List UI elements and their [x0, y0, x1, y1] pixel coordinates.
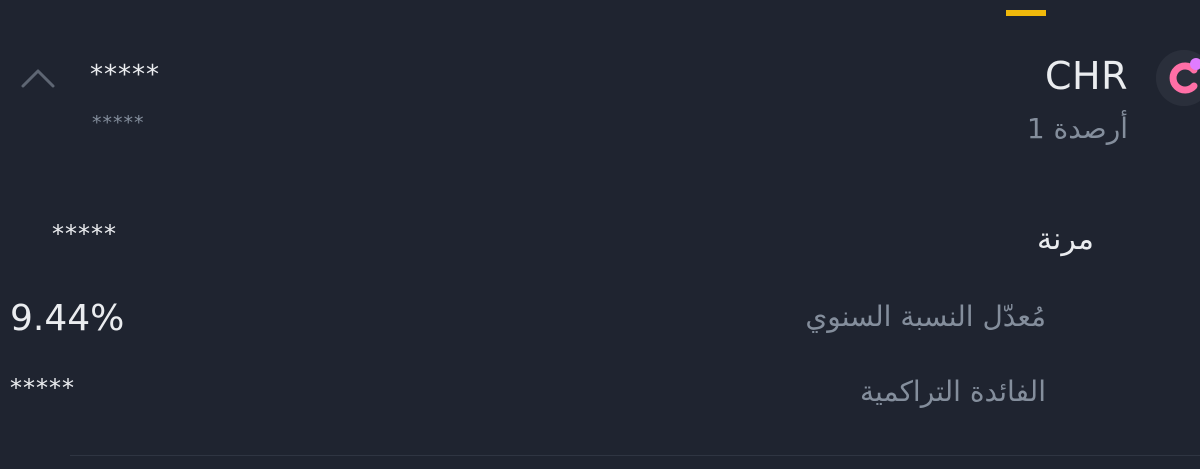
divider	[70, 455, 1200, 456]
asset-symbol: CHR	[1044, 54, 1128, 98]
wallet-count: أرصدة 1	[1026, 112, 1128, 145]
active-tab-indicator	[1006, 10, 1046, 16]
chevron-up-icon	[21, 69, 55, 88]
cumulative-interest-value: *****	[10, 374, 75, 402]
cumulative-interest-label: الفائدة التراكمية	[859, 375, 1046, 408]
flexible-value: *****	[52, 220, 117, 248]
balance-sub-value: *****	[92, 112, 145, 134]
collapse-button[interactable]	[18, 60, 58, 96]
apr-label: مُعدّل النسبة السنوي	[805, 300, 1046, 333]
balance-main-value: *****	[90, 60, 160, 90]
flexible-label: مرنة	[1036, 222, 1094, 257]
chromia-logo-icon	[1156, 50, 1200, 106]
apr-value: 9.44%	[10, 298, 125, 339]
